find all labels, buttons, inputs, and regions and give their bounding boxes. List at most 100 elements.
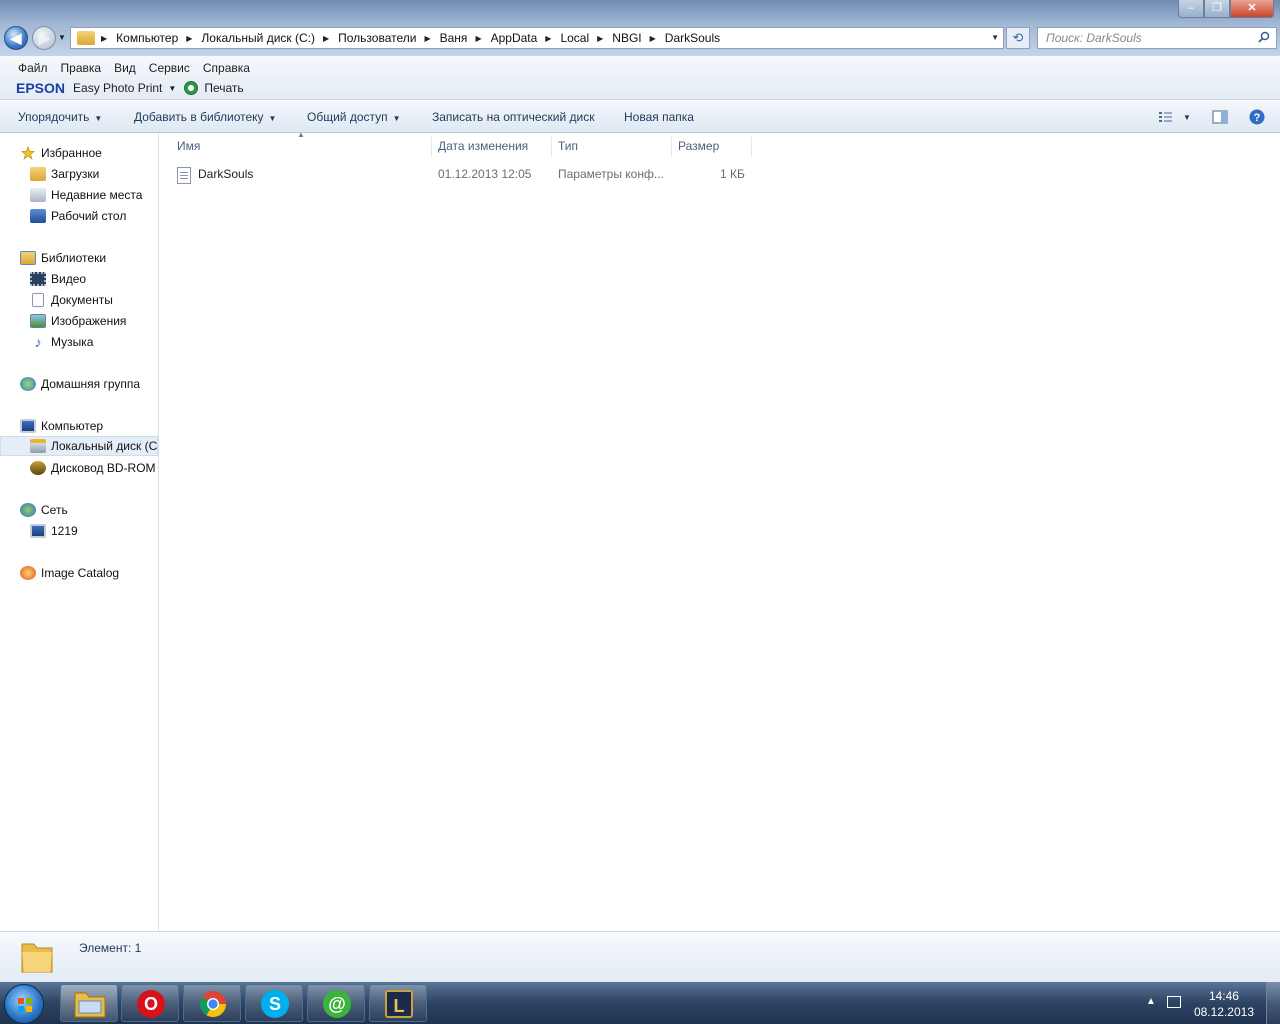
- help-icon[interactable]: ?: [1249, 109, 1265, 125]
- taskbar: O S @ L 14:46 08.12.2013: [0, 982, 1280, 1024]
- nav-libraries[interactable]: Библиотеки: [0, 248, 158, 268]
- chevron-right-icon[interactable]: ▶: [424, 34, 430, 43]
- libraries-icon: [20, 251, 36, 265]
- recent-pages-dropdown[interactable]: ▼: [58, 33, 66, 42]
- nav-documents[interactable]: Документы: [0, 290, 158, 310]
- view-options-icon[interactable]: [1158, 110, 1174, 124]
- search-icon[interactable]: [1258, 31, 1270, 43]
- menu-file[interactable]: Файл: [18, 61, 48, 75]
- system-clock[interactable]: 14:46 08.12.2013: [1194, 988, 1254, 1020]
- skype-icon: S: [261, 990, 289, 1018]
- menu-tools[interactable]: Сервис: [149, 61, 190, 75]
- windows-logo-icon: [18, 998, 32, 1012]
- maximize-button[interactable]: ❐: [1204, 0, 1230, 18]
- refresh-button[interactable]: ⟲: [1006, 27, 1030, 49]
- nav-homegroup[interactable]: Домашняя группа: [0, 374, 158, 394]
- file-size: 1 КБ: [720, 167, 745, 181]
- column-header-size[interactable]: Размер: [672, 137, 752, 157]
- nav-favorites[interactable]: Избранное: [0, 143, 158, 163]
- burn-button[interactable]: Записать на оптический диск: [432, 110, 595, 124]
- start-button[interactable]: [4, 984, 44, 1024]
- breadcrumb-item-computer[interactable]: Компьютер: [116, 31, 178, 45]
- forward-button[interactable]: ▶: [32, 26, 56, 50]
- nav-local-disk[interactable]: Локальный диск (C: [0, 436, 158, 456]
- nav-recent-places[interactable]: Недавние места: [0, 185, 158, 205]
- menu-help[interactable]: Справка: [203, 61, 250, 75]
- breadcrumb-item-user[interactable]: Ваня: [440, 31, 468, 45]
- chevron-down-icon[interactable]: ▼: [168, 84, 176, 93]
- taskbar-chrome[interactable]: [183, 984, 241, 1022]
- preview-pane-icon[interactable]: [1212, 110, 1228, 124]
- address-bar[interactable]: ▶ Компьютер ▶ Локальный диск (C:) ▶ Поль…: [70, 27, 1004, 49]
- breadcrumb-item-local[interactable]: Local: [560, 31, 589, 45]
- nav-video[interactable]: Видео: [0, 269, 158, 289]
- address-dropdown-icon[interactable]: ▼: [991, 33, 999, 42]
- chrome-icon: [199, 991, 227, 1018]
- breadcrumb-item-nbgi[interactable]: NBGI: [612, 31, 641, 45]
- svg-text:?: ?: [1254, 112, 1261, 124]
- nav-computer[interactable]: Компьютер: [0, 416, 158, 436]
- search-input[interactable]: Поиск: DarkSouls: [1037, 27, 1277, 49]
- menu-view[interactable]: Вид: [114, 61, 136, 75]
- opera-icon: O: [137, 990, 165, 1018]
- nav-downloads-label: Загрузки: [51, 167, 100, 181]
- print-button[interactable]: Печать: [204, 81, 243, 95]
- chevron-right-icon[interactable]: ▶: [323, 34, 329, 43]
- taskbar-explorer[interactable]: [60, 984, 118, 1022]
- chevron-right-icon[interactable]: ▶: [545, 34, 551, 43]
- chevron-right-icon[interactable]: ▶: [475, 34, 481, 43]
- network-icon: [20, 503, 36, 517]
- add-to-library-button[interactable]: Добавить в библиотеку ▼: [134, 110, 276, 124]
- nav-network[interactable]: Сеть: [0, 500, 158, 520]
- chevron-right-icon[interactable]: ▶: [597, 34, 603, 43]
- nav-homegroup-label: Домашняя группа: [41, 377, 141, 391]
- nav-video-label: Видео: [51, 272, 87, 286]
- downloads-folder-icon: [30, 167, 46, 181]
- desktop-icon: [30, 209, 46, 223]
- taskbar-league-of-legends[interactable]: L: [369, 984, 427, 1022]
- nav-music[interactable]: ♪ Музыка: [0, 332, 158, 352]
- close-button[interactable]: ✕: [1230, 0, 1274, 18]
- nav-favorites-label: Избранное: [41, 146, 102, 160]
- nav-network-pc[interactable]: 1219: [0, 521, 158, 541]
- menu-edit[interactable]: Правка: [61, 61, 102, 75]
- breadcrumb-item-users[interactable]: Пользователи: [338, 31, 416, 45]
- show-desktop-button[interactable]: [1266, 982, 1280, 1024]
- nav-local-disk-label: Локальный диск (C: [51, 439, 158, 453]
- nav-pictures[interactable]: Изображения: [0, 311, 158, 331]
- breadcrumb-item-appdata[interactable]: AppData: [491, 31, 538, 45]
- epson-app-button[interactable]: Easy Photo Print: [73, 81, 162, 95]
- nav-downloads[interactable]: Загрузки: [0, 164, 158, 184]
- nav-image-catalog-label: Image Catalog: [41, 566, 120, 580]
- chevron-right-icon[interactable]: ▶: [101, 34, 107, 43]
- view-dropdown-icon[interactable]: ▼: [1183, 113, 1191, 122]
- chevron-down-icon: ▼: [392, 114, 401, 123]
- nav-desktop[interactable]: Рабочий стол: [0, 206, 158, 226]
- folder-icon: [21, 943, 53, 973]
- network-status-icon[interactable]: [1167, 996, 1181, 1008]
- nav-image-catalog[interactable]: Image Catalog: [0, 563, 158, 583]
- share-button[interactable]: Общий доступ ▼: [307, 110, 401, 124]
- taskbar-skype[interactable]: S: [245, 984, 303, 1022]
- breadcrumb-item-local-disk[interactable]: Локальный диск (C:): [201, 31, 315, 45]
- chevron-right-icon[interactable]: ▶: [650, 34, 656, 43]
- column-header-date[interactable]: Дата изменения: [432, 137, 552, 157]
- organize-button[interactable]: Упорядочить ▼: [18, 110, 102, 124]
- back-button[interactable]: ◀: [4, 26, 28, 50]
- file-row[interactable]: DarkSouls 01.12.2013 12:05 Параметры кон…: [172, 164, 752, 184]
- column-header-type[interactable]: Тип: [552, 137, 672, 157]
- breadcrumb-item-darksouls[interactable]: DarkSouls: [665, 31, 720, 45]
- column-header-name[interactable]: Имя: [171, 137, 432, 157]
- file-type: Параметры конф...: [558, 167, 664, 181]
- show-hidden-icons-icon[interactable]: ▲: [1146, 996, 1156, 1007]
- minimize-button[interactable]: –: [1178, 0, 1204, 18]
- command-bar: Упорядочить ▼ Добавить в библиотеку ▼ Общи…: [0, 101, 1280, 133]
- taskbar-mail-agent[interactable]: @: [307, 984, 365, 1022]
- file-date: 01.12.2013 12:05: [438, 167, 532, 181]
- nav-bd-rom[interactable]: Дисковод BD-ROM: [0, 458, 158, 478]
- taskbar-opera[interactable]: O: [121, 984, 179, 1022]
- clock-date: 08.12.2013: [1193, 1005, 1254, 1019]
- new-folder-button[interactable]: Новая папка: [624, 110, 694, 124]
- chevron-right-icon[interactable]: ▶: [186, 34, 192, 43]
- share-label: Общий доступ: [307, 110, 388, 124]
